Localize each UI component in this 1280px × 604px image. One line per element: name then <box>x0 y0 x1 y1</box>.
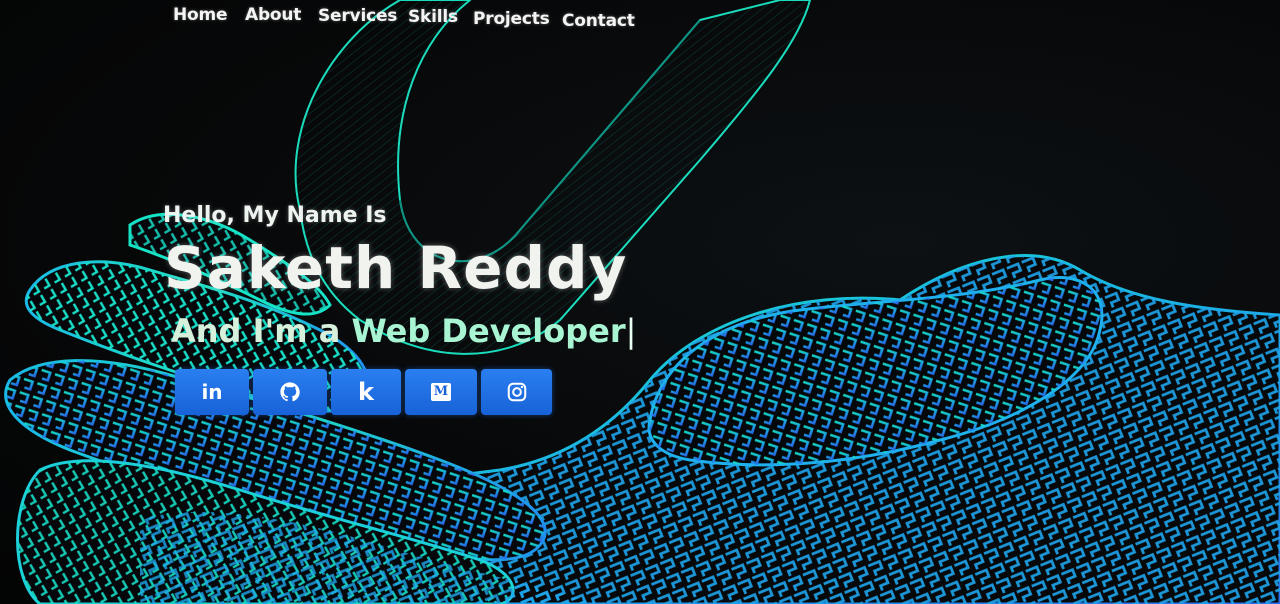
tagline-prefix: And I'm a <box>171 312 352 350</box>
nav-link-projects[interactable]: Projects <box>473 9 550 29</box>
github-button[interactable] <box>253 369 327 415</box>
linkedin-button[interactable]: in <box>175 369 249 415</box>
instagram-button[interactable] <box>481 369 552 415</box>
nav-link-contact[interactable]: Contact <box>562 11 635 31</box>
hero-name: Saketh Reddy <box>164 234 628 302</box>
nav-link-home[interactable]: Home <box>173 5 228 25</box>
background-illustration <box>4 0 1280 604</box>
linkedin-icon: in <box>201 380 223 404</box>
kaggle-icon: k <box>358 378 374 406</box>
nav-link-skills[interactable]: Skills <box>408 7 458 27</box>
tagline-role: Web Developer <box>351 312 626 350</box>
nav-link-services[interactable]: Services <box>318 6 397 26</box>
hero-tagline: And I'm a Web Developer| <box>171 311 636 351</box>
typing-cursor: | <box>625 312 637 350</box>
hero-section: Home About Services Skills Projects Cont… <box>0 0 1280 604</box>
medium-button[interactable]: M <box>405 369 477 415</box>
instagram-icon <box>506 381 528 403</box>
github-icon <box>279 381 301 403</box>
hero-greeting: Hello, My Name Is <box>163 203 387 228</box>
nav-link-about[interactable]: About <box>245 5 301 25</box>
medium-icon: M <box>431 383 451 401</box>
kaggle-button[interactable]: k <box>331 369 401 415</box>
